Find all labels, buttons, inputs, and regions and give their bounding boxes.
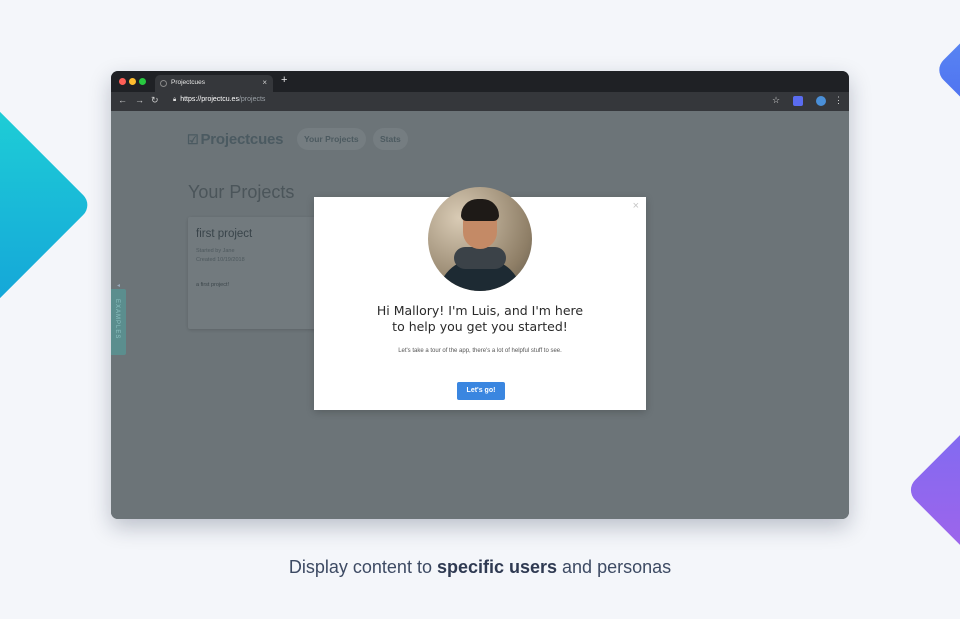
- nav-stats[interactable]: Stats: [373, 128, 408, 150]
- modal-heading-line1: Hi Mallory! I'm Luis, and I'm here: [376, 303, 584, 318]
- logo-text: Projectcues: [200, 131, 284, 148]
- reload-icon[interactable]: ↻: [151, 95, 159, 106]
- forward-icon[interactable]: →: [135, 95, 144, 105]
- extension-icon[interactable]: [816, 96, 826, 106]
- project-title: first project: [196, 228, 253, 240]
- browser-tab-bar: Projectcues × +: [111, 71, 849, 92]
- window-maximize-button[interactable]: [139, 78, 146, 85]
- checkbox-logo-icon: ☑: [187, 132, 199, 147]
- page-viewport: ☑ Projectcues Your Projects Stats Your Pr…: [111, 111, 849, 519]
- browser-window: Projectcues × + ← → ↻ 🔒︎ https://projectc…: [111, 71, 849, 519]
- project-card[interactable]: first project Started by Jane Created 10…: [188, 217, 318, 329]
- lock-icon: 🔒︎: [173, 97, 177, 103]
- nav-your-projects[interactable]: Your Projects: [297, 128, 366, 150]
- tab-title: Projectcues: [171, 79, 205, 86]
- address-bar: ← → ↻ 🔒︎ https://projectcu.es/projects ☆ …: [111, 92, 849, 111]
- tab-close-icon[interactable]: ×: [262, 78, 267, 87]
- modal-heading: Hi Mallory! I'm Luis, and I'm here to he…: [314, 303, 646, 335]
- project-started-by: Started by Jane: [196, 248, 235, 254]
- favicon-icon: [160, 80, 167, 87]
- chevron-left-icon[interactable]: ◂: [117, 282, 120, 289]
- url-path: /projects: [238, 96, 266, 103]
- menu-kebab-icon[interactable]: ⋮: [834, 95, 843, 106]
- decorative-diamond-bottom-right: [905, 405, 960, 575]
- window-close-button[interactable]: [119, 78, 126, 85]
- caption: Display content to specific users and pe…: [0, 557, 960, 578]
- project-description: a first project!: [196, 282, 230, 288]
- window-minimize-button[interactable]: [129, 78, 136, 85]
- decorative-diamond-top-right: [933, 20, 960, 120]
- bookmark-star-icon[interactable]: ☆: [772, 95, 780, 106]
- new-tab-button[interactable]: +: [281, 74, 287, 86]
- url-host: https://projectcu.es: [180, 96, 239, 103]
- app-logo[interactable]: ☑ Projectcues: [187, 131, 284, 148]
- project-created-date: Created 10/19/2018: [196, 257, 245, 263]
- url-field[interactable]: 🔒︎ https://projectcu.es/projects: [173, 96, 265, 104]
- caption-after: and personas: [557, 557, 672, 577]
- modal-heading-line2: to help you get you started!: [392, 319, 568, 334]
- lets-go-button[interactable]: Let's go!: [457, 382, 505, 400]
- avatar: [428, 187, 532, 291]
- close-icon[interactable]: ×: [633, 200, 639, 212]
- caption-before: Display content to: [288, 557, 437, 577]
- browser-tab[interactable]: Projectcues ×: [155, 75, 273, 92]
- caption-bold: specific users: [436, 557, 558, 577]
- examples-label: EXAMPLES: [114, 299, 120, 340]
- decorative-diamond-left: [0, 91, 94, 319]
- back-icon[interactable]: ←: [118, 95, 127, 105]
- modal-subtext: Let's take a tour of the app, there's a …: [398, 348, 562, 354]
- page-title: Your Projects: [188, 182, 295, 202]
- extension-icon[interactable]: [793, 96, 803, 106]
- examples-side-tab[interactable]: EXAMPLES: [111, 289, 126, 355]
- onboarding-modal: × Hi Mallory! I'm Luis, and I'm here to …: [314, 187, 646, 410]
